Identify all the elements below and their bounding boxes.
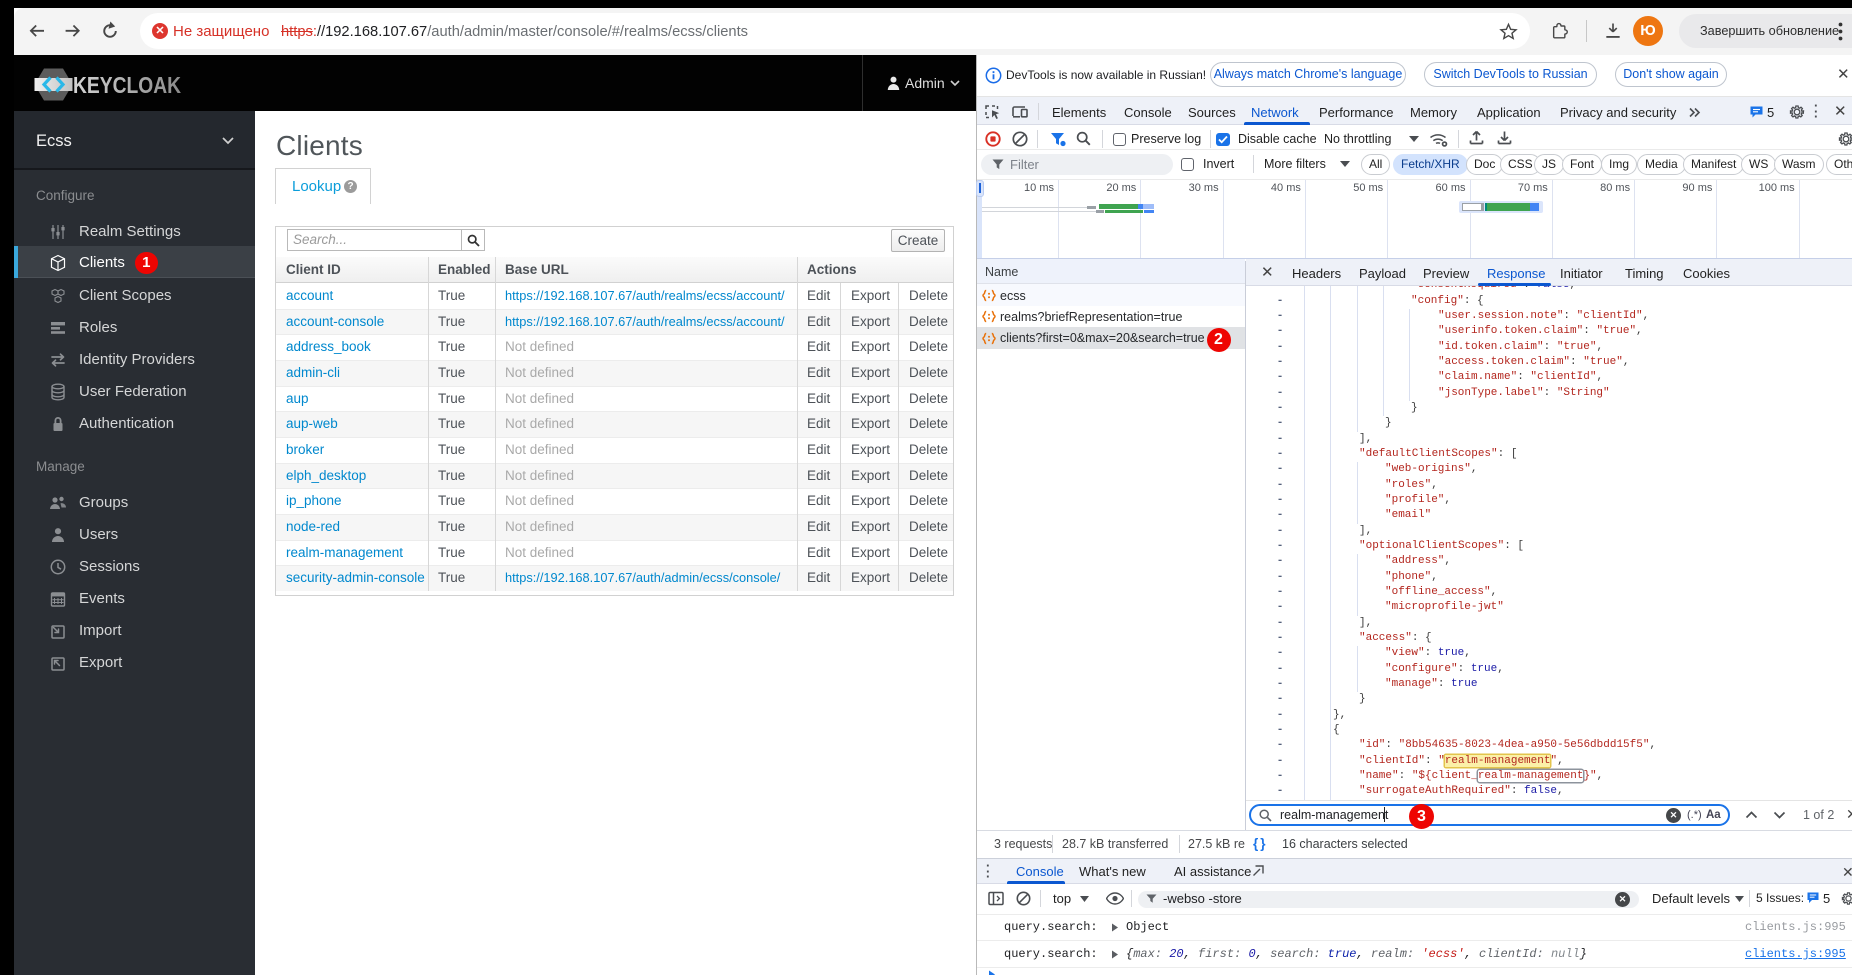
svg-text:KEYCLOAK: KEYCLOAK bbox=[73, 72, 181, 98]
